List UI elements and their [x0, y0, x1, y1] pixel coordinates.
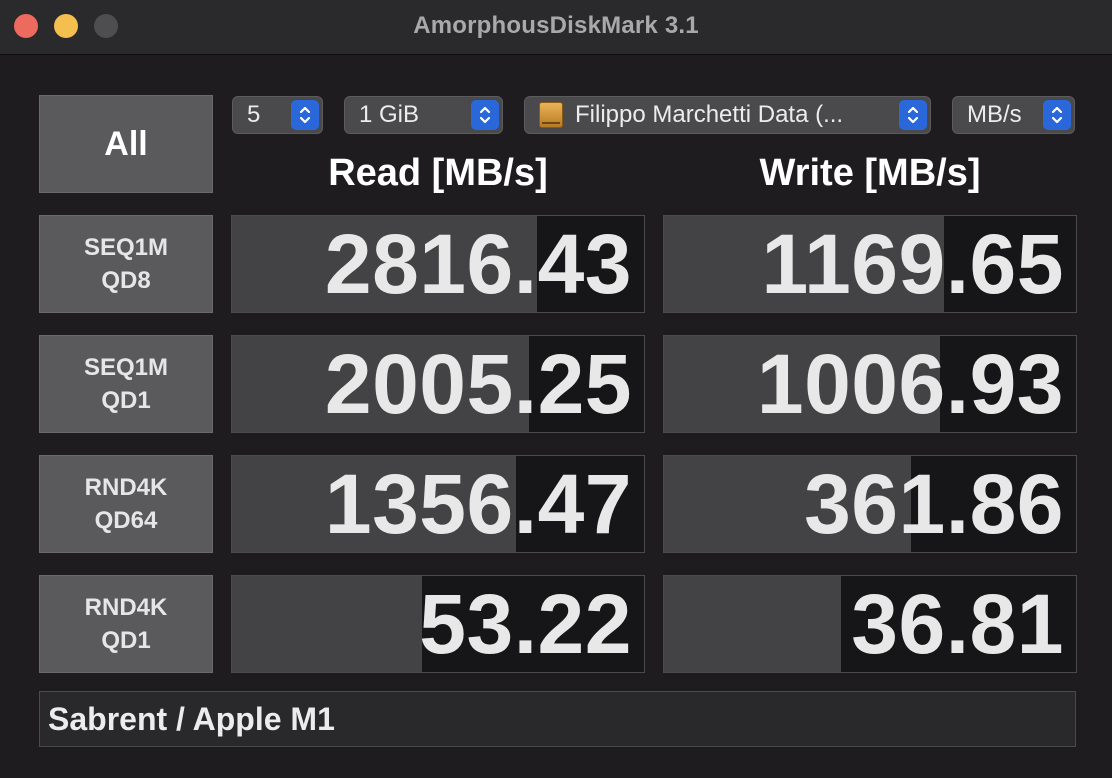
- row-label-line1: RND4K: [84, 594, 168, 621]
- row-label-line2: QD1: [101, 387, 151, 414]
- read-result-value: 2005.25: [324, 336, 632, 431]
- row-label-line1: SEQ1M: [83, 354, 169, 381]
- target-drive-value: Filippo Marchetti Data (...: [575, 101, 844, 128]
- row-label-line1: SEQ1M: [83, 234, 169, 261]
- run-all-button[interactable]: All: [39, 95, 213, 193]
- test-count-select[interactable]: 5: [232, 96, 323, 134]
- write-column-header: Write [MB/s]: [759, 152, 981, 194]
- seq1m-qd1-button[interactable]: SEQ1M QD1: [39, 335, 213, 433]
- write-result-cell: 1169.65: [663, 215, 1077, 313]
- read-result-bar: [232, 576, 422, 672]
- write-result-value: 1169.65: [761, 216, 1064, 311]
- read-result-cell: 1356.47: [231, 455, 645, 553]
- read-result-value: 53.22: [419, 576, 632, 671]
- up-down-chevron-icon: [899, 100, 927, 130]
- row-label-line1: RND4K: [84, 474, 168, 501]
- row-label-line2: QD8: [101, 267, 151, 294]
- write-result-cell: 361.86: [663, 455, 1077, 553]
- write-result-cell: 1006.93: [663, 335, 1077, 433]
- read-result-value: 1356.47: [324, 456, 632, 551]
- up-down-chevron-icon: [1043, 100, 1071, 130]
- write-result-value: 361.86: [804, 456, 1064, 551]
- window-title: AmorphousDiskMark 3.1: [413, 12, 699, 39]
- read-result-cell: 2005.25: [231, 335, 645, 433]
- test-count-value: 5: [247, 101, 261, 128]
- comment-field[interactable]: Sabrent / Apple M1: [39, 691, 1076, 747]
- write-result-bar: [664, 576, 842, 672]
- rnd4k-qd64-button[interactable]: RND4K QD64: [39, 455, 213, 553]
- read-result-value: 2816.43: [324, 216, 632, 311]
- external-drive-icon: [539, 102, 563, 128]
- test-size-value: 1 GiB: [359, 101, 420, 128]
- target-drive-select[interactable]: Filippo Marchetti Data (...: [524, 96, 931, 134]
- up-down-chevron-icon: [471, 100, 499, 130]
- title-bar: AmorphousDiskMark 3.1: [0, 0, 1112, 55]
- unit-value: MB/s: [967, 101, 1022, 128]
- row-label-line2: QD1: [101, 627, 151, 654]
- write-result-cell: 36.81: [663, 575, 1077, 673]
- read-result-cell: 2816.43: [231, 215, 645, 313]
- unit-select[interactable]: MB/s: [952, 96, 1075, 134]
- app-window: AmorphousDiskMark 3.1 All 5 1 GiB Filipp…: [0, 0, 1112, 778]
- seq1m-qd8-button[interactable]: SEQ1M QD8: [39, 215, 213, 313]
- rnd4k-qd1-button[interactable]: RND4K QD1: [39, 575, 213, 673]
- read-column-header: Read [MB/s]: [328, 152, 548, 194]
- row-label-line2: QD64: [94, 507, 158, 534]
- read-result-cell: 53.22: [231, 575, 645, 673]
- write-result-value: 36.81: [851, 576, 1064, 671]
- test-size-select[interactable]: 1 GiB: [344, 96, 503, 134]
- write-result-value: 1006.93: [756, 336, 1064, 431]
- up-down-chevron-icon: [291, 100, 319, 130]
